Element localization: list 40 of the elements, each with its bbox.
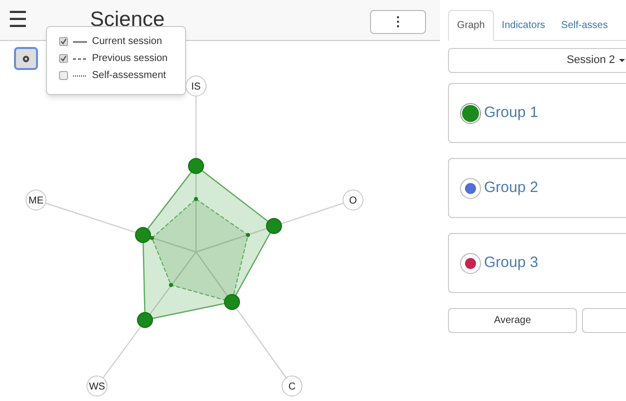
group-name: Group 3 <box>484 252 538 273</box>
line-style-icon <box>73 56 87 60</box>
group-card[interactable]: Group 3 <box>448 233 626 293</box>
data-point <box>169 283 173 287</box>
menu-icon[interactable]: ☰ <box>8 9 28 31</box>
legend-label: Self-assessment <box>92 69 166 83</box>
settings-button[interactable] <box>14 47 38 70</box>
axis-label: IS <box>186 76 206 96</box>
checkbox[interactable] <box>59 37 68 46</box>
legend-label: Current session <box>92 35 162 49</box>
group-name: Group 2 <box>484 178 538 198</box>
data-point <box>188 158 204 174</box>
tab[interactable]: Graph <box>448 10 494 41</box>
axis-label: WS <box>86 376 108 396</box>
data-point <box>194 197 198 201</box>
tab[interactable]: Self-asses <box>553 10 616 41</box>
gear-icon <box>22 54 30 62</box>
line-style-icon <box>73 40 87 44</box>
data-point <box>224 294 240 310</box>
page-title: Science <box>90 7 165 34</box>
checkbox[interactable] <box>59 54 68 63</box>
data-point <box>137 312 153 328</box>
caret-icon <box>619 58 625 62</box>
data-point <box>246 233 250 237</box>
axis-label: O <box>342 190 364 210</box>
tab[interactable]: Indicators <box>494 10 554 41</box>
axis-label: C <box>282 376 302 396</box>
average-button[interactable]: Average <box>448 308 577 333</box>
checkbox[interactable] <box>59 71 68 80</box>
line-style-icon <box>73 74 87 78</box>
group-name: Group 1 <box>484 102 538 123</box>
radio-button[interactable] <box>460 178 481 198</box>
radio-button[interactable] <box>460 252 481 274</box>
more-button[interactable]: ⋮ <box>370 10 426 34</box>
group-card[interactable]: Group 2 <box>448 158 626 218</box>
session-dropdown[interactable]: Session 2 <box>448 48 626 73</box>
group-card[interactable]: Group 1 <box>448 83 626 143</box>
axis-label: ME <box>26 190 46 210</box>
data-point <box>266 218 282 234</box>
legend-label: Previous session <box>92 52 168 66</box>
